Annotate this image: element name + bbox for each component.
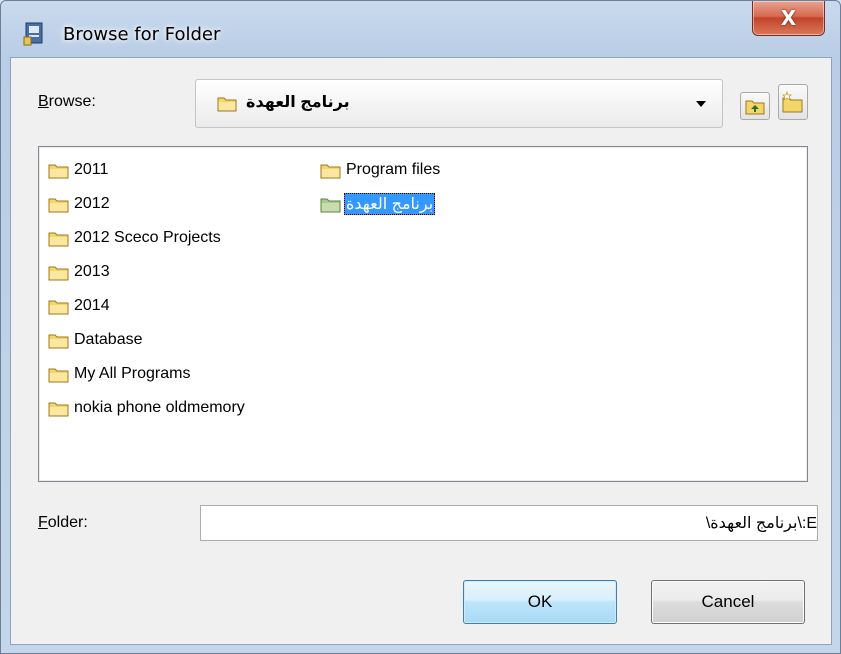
list-item[interactable]: 2012 xyxy=(48,187,247,221)
folder-name: 2013 xyxy=(74,263,110,280)
folder-icon xyxy=(320,198,341,212)
folder-icon xyxy=(48,266,69,280)
folder-icon xyxy=(48,232,69,246)
title-bar[interactable]: Browse for Folder X xyxy=(1,1,840,57)
browse-folder-app-icon xyxy=(23,22,43,46)
current-folder-text: برنامج العهدة xyxy=(246,94,350,111)
browse-location-combobox[interactable]: برنامج العهدة xyxy=(195,79,723,128)
folder-name: 2011 xyxy=(74,161,109,178)
folder-name: nokia phone oldmemory xyxy=(74,399,245,416)
list-item[interactable]: 2011 xyxy=(48,153,247,187)
folder-name: Program files xyxy=(346,161,441,178)
ok-button[interactable]: OK xyxy=(463,580,617,624)
folder-icon xyxy=(48,402,69,416)
folder-name: My All Programs xyxy=(74,365,191,382)
list-item[interactable]: nokia phone oldmemory xyxy=(48,391,247,425)
list-item[interactable]: 2012 Sceco Projects xyxy=(48,221,247,255)
list-item[interactable]: Program files xyxy=(320,153,442,187)
folder-name: Database xyxy=(74,331,143,348)
folder-icon xyxy=(48,300,69,314)
new-folder-icon xyxy=(782,91,803,113)
list-item[interactable]: My All Programs xyxy=(48,357,247,391)
folder-name: برنامج العهدة xyxy=(344,193,436,215)
folder-name: 2012 Sceco Projects xyxy=(74,229,221,246)
folder-label: Folder: xyxy=(38,514,88,531)
new-folder-button[interactable] xyxy=(778,84,808,120)
chevron-down-icon[interactable] xyxy=(696,101,706,107)
folder-name: 2012 xyxy=(74,195,110,212)
folder-icon xyxy=(320,164,341,178)
browse-for-folder-dialog: Browse for Folder X Browse: برنامج العهد… xyxy=(0,0,841,654)
cancel-button[interactable]: Cancel xyxy=(651,580,805,624)
folder-icon xyxy=(217,97,237,112)
folder-list[interactable]: 2011 2012 2012 Sceco Projects 2013 2014 xyxy=(38,146,808,482)
folder-icon xyxy=(48,198,69,212)
folder-icon xyxy=(48,334,69,348)
dialog-client-area: Browse: برنامج العهدة 2011 2012 2012 Sce… xyxy=(10,57,832,645)
list-item-selected[interactable]: برنامج العهدة xyxy=(320,187,442,221)
list-item[interactable]: 2013 xyxy=(48,255,247,289)
folder-path-field[interactable] xyxy=(200,505,818,541)
up-one-level-icon xyxy=(745,100,765,114)
folder-name: 2014 xyxy=(74,297,110,314)
up-one-level-button[interactable] xyxy=(740,92,770,120)
folder-list-column-2: Program files برنامج العهدة xyxy=(320,153,442,221)
close-button[interactable]: X xyxy=(752,1,825,36)
folder-icon xyxy=(48,164,69,178)
list-item[interactable]: 2014 xyxy=(48,289,247,323)
browse-label: Browse: xyxy=(38,93,96,110)
list-item[interactable]: Database xyxy=(48,323,247,357)
folder-icon xyxy=(48,368,69,382)
window-title: Browse for Folder xyxy=(63,24,221,45)
folder-list-column-1: 2011 2012 2012 Sceco Projects 2013 2014 xyxy=(48,153,247,425)
close-icon: X xyxy=(780,6,797,30)
